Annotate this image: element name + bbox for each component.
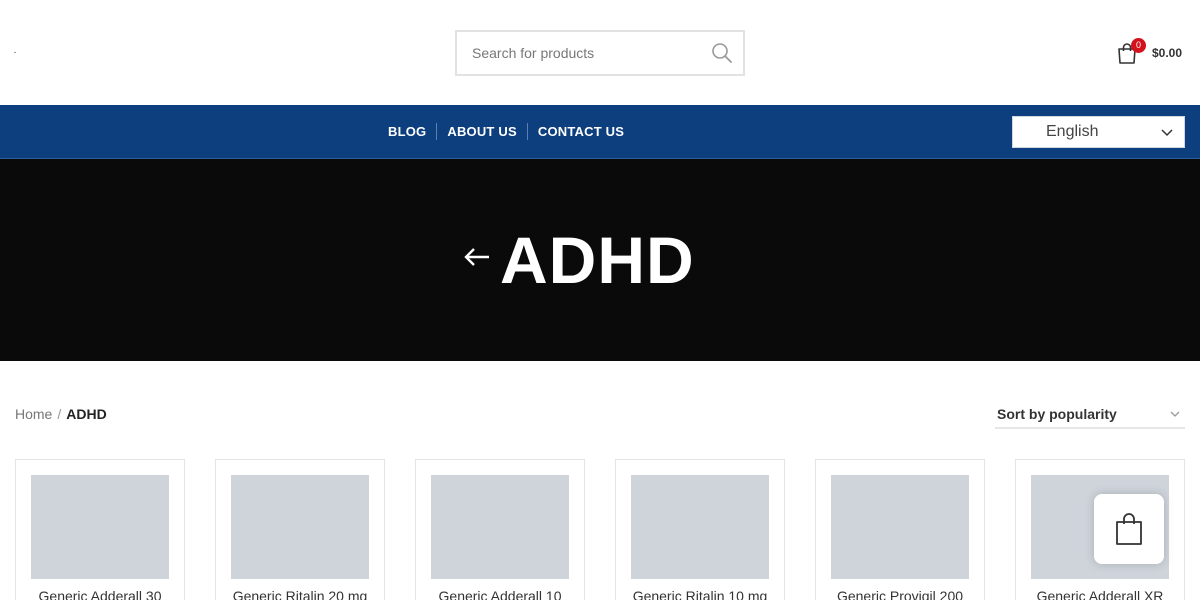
cart-count-badge: 0	[1131, 38, 1146, 53]
product-title[interactable]: Generic Adderall XR	[1016, 588, 1184, 600]
product-title[interactable]: Generic Adderall 10	[416, 588, 584, 600]
search-input[interactable]	[472, 32, 702, 74]
nav-link-contact-us[interactable]: CONTACT US	[526, 122, 634, 140]
nav-link-about-us[interactable]: ABOUT US	[436, 122, 527, 140]
product-card[interactable]: Generic Ritalin 10 mg	[615, 459, 785, 600]
product-card[interactable]: Generic Provigil 200	[815, 459, 985, 600]
search-icon[interactable]	[711, 42, 733, 64]
site-header: 0 $0.00	[0, 0, 1200, 105]
product-title[interactable]: Generic Adderall 30	[16, 588, 184, 600]
sort-select-value: Sort by popularity	[997, 406, 1117, 422]
product-image[interactable]	[631, 475, 769, 579]
nav-link-blog[interactable]: BLOG	[378, 123, 436, 140]
breadcrumb-home-link[interactable]: Home	[15, 406, 52, 422]
back-arrow-icon[interactable]	[463, 245, 491, 269]
product-image[interactable]	[31, 475, 169, 579]
chevron-down-icon	[1161, 129, 1173, 137]
product-title[interactable]: Generic Ritalin 20 mg	[216, 588, 384, 600]
product-title[interactable]: Generic Ritalin 10 mg	[616, 588, 784, 600]
product-image[interactable]	[831, 475, 969, 579]
header-cart[interactable]: 0 $0.00	[1114, 38, 1194, 68]
page-title: ADHD	[500, 223, 695, 297]
product-grid: Generic Adderall 30 Generic Ritalin 20 m…	[15, 459, 1185, 600]
breadcrumb: Home / ADHD	[15, 406, 107, 422]
cart-total: $0.00	[1152, 46, 1183, 60]
site-logo[interactable]	[14, 52, 16, 53]
breadcrumb-current: ADHD	[66, 406, 107, 422]
product-card[interactable]: Generic Adderall 10	[415, 459, 585, 600]
sort-select[interactable]: Sort by popularity	[995, 400, 1185, 429]
product-card[interactable]: Generic Adderall 30	[15, 459, 185, 600]
language-select[interactable]: English	[1012, 116, 1185, 148]
nav-links: BLOG ABOUT US CONTACT US	[378, 105, 634, 157]
chevron-down-icon	[1170, 411, 1180, 417]
main-navigation: BLOG ABOUT US CONTACT US English	[0, 105, 1200, 159]
shopping-bag-icon	[1116, 513, 1142, 545]
page-title-banner: ADHD	[0, 159, 1200, 361]
product-title[interactable]: Generic Provigil 200	[816, 588, 984, 600]
product-image[interactable]	[431, 475, 569, 579]
floating-cart-button[interactable]	[1094, 494, 1164, 564]
language-select-value: English	[1046, 123, 1099, 140]
product-image[interactable]	[231, 475, 369, 579]
breadcrumb-separator: /	[57, 406, 62, 422]
product-search	[455, 30, 745, 76]
product-card[interactable]: Generic Ritalin 20 mg	[215, 459, 385, 600]
